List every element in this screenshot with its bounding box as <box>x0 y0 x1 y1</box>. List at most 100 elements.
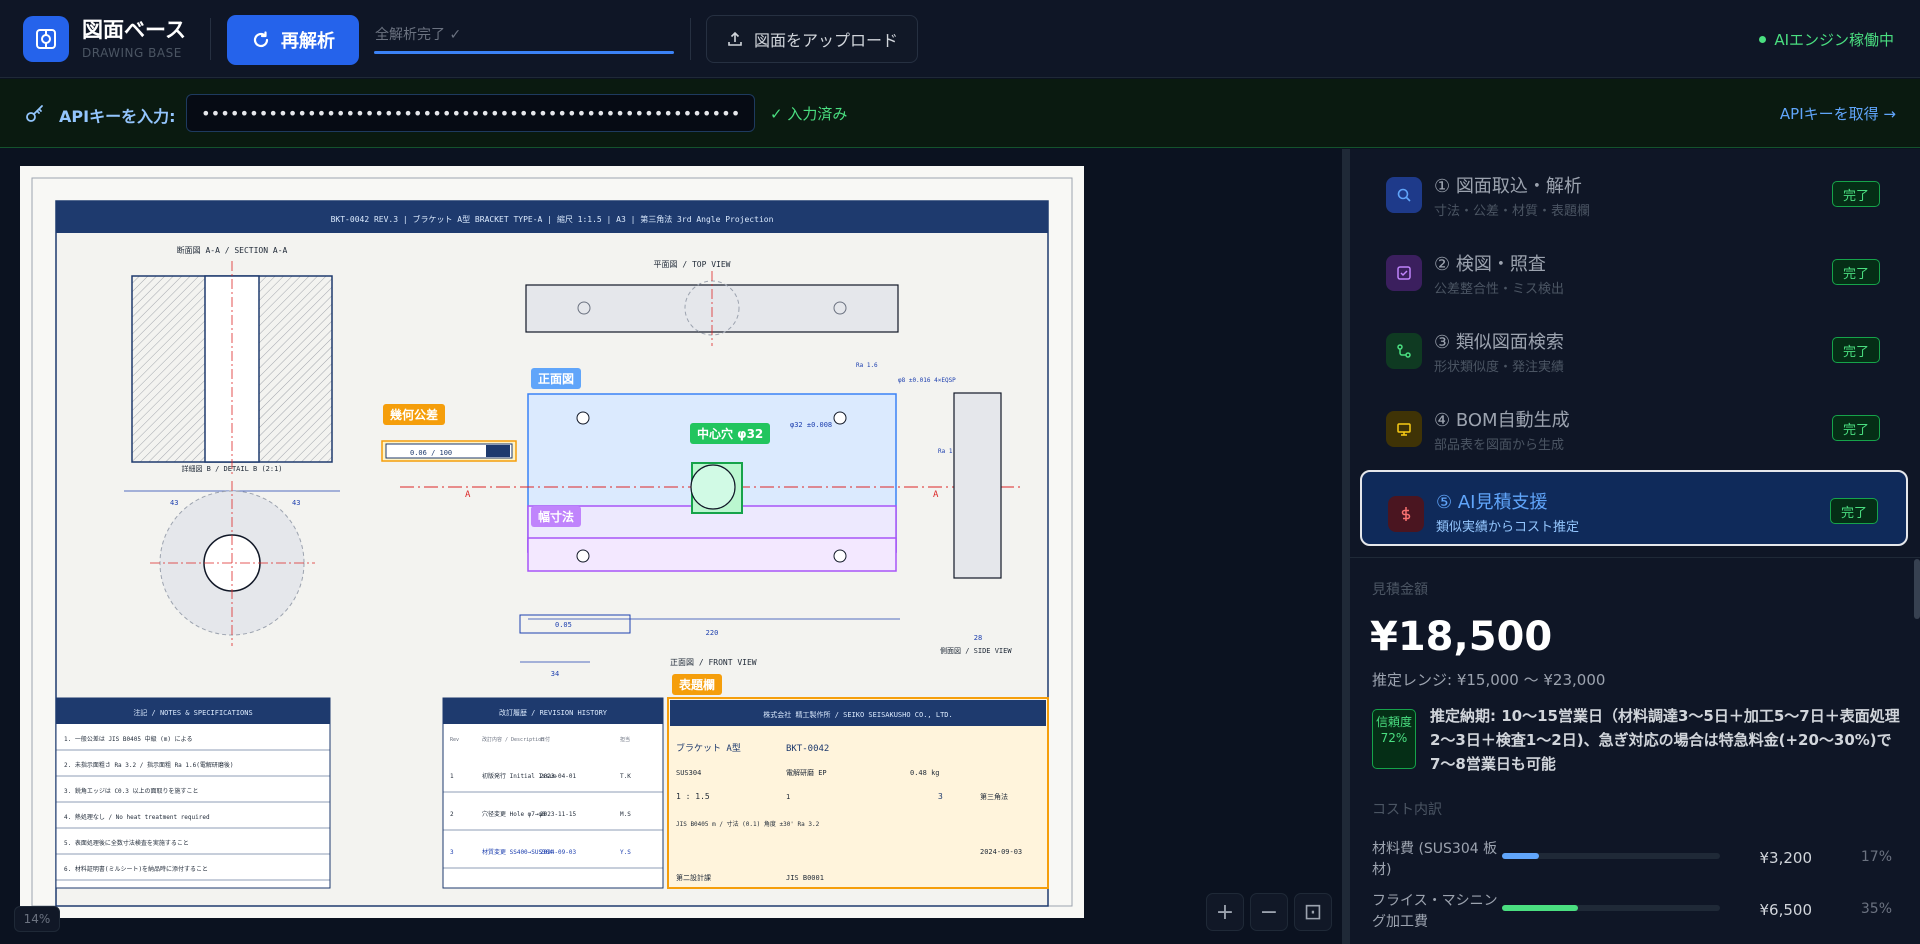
panel-divider <box>1350 557 1920 558</box>
geo-tolerance-value: 0.06 / 100 <box>410 449 452 457</box>
confidence-badge: 信頼度 72% <box>1372 709 1416 769</box>
drawing-sheet: BKT-0042 REV.3 | ブラケット A型 BRACKET TYPE-A… <box>20 166 1084 918</box>
cost-row: フライス・マシニング加工費 ¥6,500 35% <box>1372 891 1902 931</box>
note-item: 5. 表面処理後に全数寸法検査を実施すること <box>64 839 189 847</box>
dim-phi32: φ32 ±0.008 <box>790 421 832 429</box>
drawing-canvas[interactable]: BKT-0042 REV.3 | ブラケット A型 BRACKET TYPE-A… <box>0 149 1340 944</box>
workflow-step-3[interactable]: ③ 類似図面検索 形状類似度・発注実績 完了 <box>1360 312 1908 382</box>
api-key-status: ✓ 入力済み <box>770 105 848 123</box>
step-status-badge: 完了 <box>1832 259 1880 285</box>
panel-splitter[interactable] <box>1342 149 1350 944</box>
scale: 1 : 1.5 <box>676 792 710 801</box>
step-subtitle: 部品表を図面から生成 <box>1434 438 1565 453</box>
step-title: ① 図面取込・解析 <box>1434 176 1582 197</box>
cost-bar-fill <box>1502 853 1540 859</box>
upload-label: 図面をアップロード <box>753 31 898 50</box>
cost-percent: 35% <box>1860 901 1892 917</box>
part-number: BKT-0042 <box>786 744 829 754</box>
revision-cell: 1 <box>450 773 454 780</box>
material: SUS304 <box>676 769 701 777</box>
panel-scrollbar[interactable] <box>1914 559 1920 619</box>
zoom-out-button[interactable]: − <box>1250 893 1288 931</box>
header-divider <box>210 18 211 60</box>
tag-title-block[interactable]: 表題欄 <box>672 674 723 695</box>
reanalyze-label: 再解析 <box>281 31 335 52</box>
tag-geometric-tolerance[interactable]: 幾何公差 <box>383 404 446 425</box>
sheet-number: 1 <box>786 793 790 801</box>
revision-cell: 2023-11-15 <box>540 811 577 818</box>
api-key-label: APIキーを入力: <box>59 107 176 126</box>
note-item: 4. 熱処理なし / No heat treatment required <box>64 813 210 821</box>
tolerance-spec: JIS B0405 m / 寸法 (0.1) 角度 ±30' Ra 3.2 <box>676 820 820 828</box>
step-title: ③ 類似図面検索 <box>1434 332 1564 353</box>
step-subtitle: 類似実績からコスト推定 <box>1436 520 1580 535</box>
workflow-step-5[interactable]: ⑤ AI見積支援 類似実績からコスト推定 完了 <box>1360 470 1908 546</box>
cost-bar <box>1502 853 1720 859</box>
workflow-step-2[interactable]: ② 検図・照査 公差整合性・ミス検出 完了 <box>1360 234 1908 304</box>
revision-title: 改訂履歴 / REVISION HISTORY <box>499 708 608 717</box>
api-key-input[interactable] <box>186 94 755 132</box>
cost-bar <box>1502 905 1720 911</box>
cost-value: ¥3,200 <box>1759 849 1813 867</box>
dim-tolerance: 0.05 <box>555 621 572 629</box>
weight: 0.48 kg <box>910 769 940 777</box>
dim-28: 28 <box>974 634 982 642</box>
revision-header: 改訂内容 / Description <box>482 736 544 743</box>
zoom-level: 14% <box>14 906 60 932</box>
progress-label: 全解析完了 ✓ <box>375 27 462 43</box>
zoom-in-button[interactable]: + <box>1206 893 1244 931</box>
estimate-range: 推定レンジ: ¥15,000 〜 ¥23,000 <box>1372 671 1606 689</box>
drawing-title-bar: BKT-0042 REV.3 | ブラケット A型 BRACKET TYPE-A… <box>331 214 774 224</box>
workflow-step-1[interactable]: ① 図面取込・解析 寸法・公差・材質・表題欄 完了 <box>1360 156 1908 226</box>
check-square-icon <box>1386 255 1422 291</box>
dim-phi8: φ8 ±0.016 4×EQSP <box>898 377 956 384</box>
department: 第二設計課 <box>676 873 711 882</box>
app-subtitle: DRAWING BASE <box>82 46 182 60</box>
estimate-label: 見積金額 <box>1372 582 1428 598</box>
delivery-estimate: 推定納期: 10〜15営業日（材料調達3〜5日＋加工5〜7日＋表面処理2〜3日＋… <box>1430 704 1900 776</box>
detail-label: 詳細図 B / DETAIL B (2:1) <box>181 464 282 473</box>
analysis-progress-bar <box>374 51 674 54</box>
dollar-icon <box>1388 496 1424 532</box>
revision-header: Rev <box>450 737 459 743</box>
notes-title: 注記 / NOTES & SPECIFICATIONS <box>133 708 252 717</box>
estimate-amount: ¥18,500 <box>1370 614 1553 660</box>
get-api-key-link[interactable]: APIキーを取得 → <box>1780 103 1896 124</box>
revision-cell: 2024-09-03 <box>540 849 577 856</box>
revision-cell: 2 <box>450 811 454 818</box>
engineering-drawing: BKT-0042 REV.3 | ブラケット A型 BRACKET TYPE-A… <box>31 177 1073 907</box>
tag-front-view[interactable]: 正面図 <box>531 368 582 389</box>
search-icon <box>1386 177 1422 213</box>
step-status-badge: 完了 <box>1832 337 1880 363</box>
progress-fill <box>374 51 674 54</box>
dim-43-right: 43 <box>292 499 300 507</box>
tag-center-hole[interactable]: 中心穴 φ32 <box>690 423 771 444</box>
side-view-label: 側面図 / SIDE VIEW <box>940 646 1012 655</box>
company-name: 株式会社 精工製作所 / SEIKO SEISAKUSHO CO., LTD. <box>763 710 952 719</box>
revision-cell: 3 <box>450 849 454 856</box>
reanalyze-button[interactable]: 再解析 <box>227 15 359 65</box>
note-item: 6. 材料証明書(ミルシート)を納品時に添付すること <box>64 865 208 873</box>
upload-drawing-button[interactable]: 図面をアップロード <box>706 15 918 63</box>
dim-34: 34 <box>551 670 559 678</box>
section-view-label: 断面図 A-A / SECTION A-A <box>177 245 288 255</box>
refresh-icon <box>253 31 269 48</box>
ai-engine-status: AIエンジン稼働中 <box>1759 29 1894 50</box>
analysis-panel: ① 図面取込・解析 寸法・公差・材質・表題欄 完了 ② 検図・照査 公差整合性・ミス検出… <box>1350 149 1920 944</box>
delivery-text: 推定納期: 10〜15営業日（材料調達3〜5日＋加工5〜7日＋表面処理2〜3日＋… <box>1430 707 1900 773</box>
step-title: ④ BOM自動生成 <box>1434 410 1570 431</box>
app-title: 図面ベース <box>82 18 186 42</box>
revision-header: 担当 <box>620 736 630 743</box>
fit-view-button[interactable]: ⊡ <box>1294 893 1332 931</box>
workflow-step-4[interactable]: ④ BOM自動生成部品表を図面から生成 完了 <box>1360 390 1908 460</box>
drawing-logo-icon <box>36 29 56 49</box>
projection: 第三角法 <box>980 792 1008 801</box>
header-divider <box>690 18 691 60</box>
step-status-badge: 完了 <box>1832 415 1880 441</box>
app-logo <box>23 16 69 62</box>
similarity-icon <box>1386 333 1422 369</box>
cost-name: 材料費 (SUS304 板材) <box>1372 841 1498 878</box>
note-item: 2. 未指示面粗さ Ra 3.2 / 指示面粗 Ra 1.6(電解研磨後) <box>64 761 233 769</box>
tag-width-dimension[interactable]: 幅寸法 <box>531 506 582 527</box>
revision-cell: T.K <box>620 773 631 780</box>
